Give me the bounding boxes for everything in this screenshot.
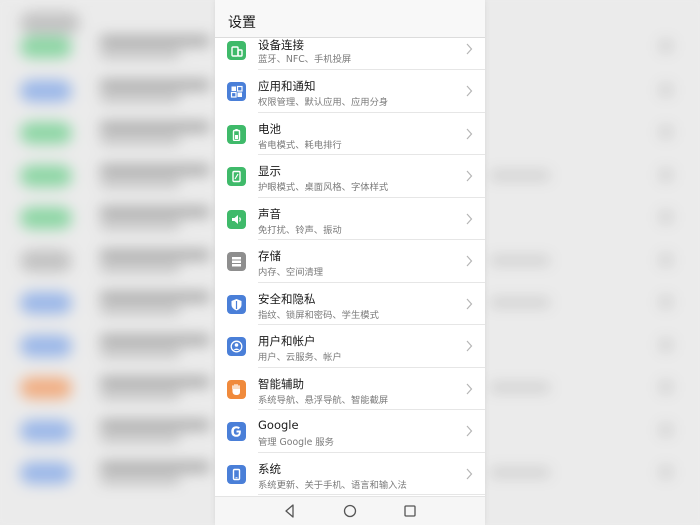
settings-item-apps[interactable]: 应用和通知权限管理、默认应用、应用分身: [215, 70, 485, 113]
settings-panel: 设置 设备连接 蓝牙、NFC、手机投屏应用和通知权限管理、默认应用、应用分身电池省…: [215, 0, 485, 525]
settings-item-subtitle: 权限管理、默认应用、应用分身: [258, 97, 389, 108]
settings-item-display[interactable]: 显示护眼模式、桌面风格、字体样式: [215, 155, 485, 198]
settings-item-label: 存储: [258, 249, 281, 263]
settings-item-subtitle: 系统更新、关于手机、语言和输入法: [258, 479, 407, 491]
settings-item-subtitle: 免打扰、铃声、振动: [258, 224, 342, 236]
settings-item-subtitle: 用户、云服务、帐户: [258, 352, 342, 363]
settings-item-subtitle: 管理 Google 服务: [258, 437, 334, 448]
apps-icon: [227, 82, 246, 101]
devices-icon: [227, 41, 246, 60]
settings-item-accounts[interactable]: 用户和帐户用户、云服务、帐户: [215, 325, 485, 368]
chevron-right-icon: [466, 425, 473, 437]
settings-item-storage[interactable]: 存储 内存、空间清理: [215, 240, 485, 283]
phone-icon: [227, 464, 246, 484]
back-icon[interactable]: [282, 503, 298, 519]
settings-item-label: 应用和通知: [258, 79, 316, 93]
settings-item-devices[interactable]: 设备连接 蓝牙、NFC、手机投屏: [215, 38, 485, 70]
settings-item-label: 系统: [258, 461, 281, 476]
storage-icon: [227, 252, 246, 271]
user-icon: [227, 337, 246, 356]
hand-icon: [227, 379, 246, 399]
settings-item-subtitle: 内存、空间清理: [258, 267, 324, 278]
settings-item-assist[interactable]: 智能辅助系统导航、悬浮导航、智能截屏: [215, 368, 485, 410]
divider: [258, 494, 485, 495]
settings-item-subtitle: 指纹、锁屏和密码、学生模式: [258, 309, 379, 321]
chevron-right-icon: [466, 213, 473, 224]
shield-icon: [227, 294, 246, 314]
page-title: 设置: [228, 15, 256, 31]
navigation-bar: [215, 496, 485, 525]
chevron-right-icon: [466, 170, 473, 182]
settings-item-label: Google: [258, 418, 299, 432]
chevron-right-icon: [466, 43, 473, 55]
settings-item-subtitle: 系统导航、悬浮导航、智能截屏: [258, 394, 389, 406]
google-icon: [227, 422, 246, 441]
chevron-right-icon: [466, 383, 473, 394]
chevron-right-icon: [466, 468, 473, 479]
settings-item-label: 显示: [258, 164, 281, 178]
settings-item-label: 智能辅助: [258, 376, 304, 391]
chevron-right-icon: [466, 255, 473, 267]
settings-item-battery[interactable]: 电池省电模式、耗电排行: [215, 113, 485, 155]
chevron-right-icon: [466, 85, 473, 97]
settings-item-subtitle: 省电模式、耗电排行: [258, 139, 342, 151]
settings-item-system[interactable]: 系统系统更新、关于手机、语言和输入法: [215, 453, 485, 495]
screen: 设置 设备连接 蓝牙、NFC、手机投屏应用和通知权限管理、默认应用、应用分身电池省…: [0, 0, 700, 525]
chevron-right-icon: [466, 128, 473, 139]
settings-item-security[interactable]: 安全和隐私指纹、锁屏和密码、学生模式: [215, 283, 485, 325]
settings-item-label: 声音: [258, 206, 281, 221]
recents-icon[interactable]: [402, 503, 418, 519]
settings-item-label: 安全和隐私: [258, 291, 316, 306]
settings-item-subtitle: 护眼模式、桌面风格、字体样式: [258, 182, 389, 193]
chevron-right-icon: [466, 340, 473, 352]
display-icon: [227, 167, 246, 186]
title-bar: 设置: [215, 0, 485, 38]
settings-list[interactable]: 设备连接 蓝牙、NFC、手机投屏应用和通知权限管理、默认应用、应用分身电池省电模式…: [215, 38, 485, 496]
settings-item-subtitle: 蓝牙、NFC、手机投屏: [258, 54, 352, 65]
settings-item-sound[interactable]: 声音免打扰、铃声、振动: [215, 198, 485, 240]
settings-item-label: 电池: [258, 121, 281, 136]
home-icon[interactable]: [342, 503, 358, 519]
settings-item-google[interactable]: Google 管理 Google 服务: [215, 410, 485, 453]
settings-item-label: 用户和帐户: [258, 334, 316, 348]
speaker-icon: [227, 209, 246, 229]
chevron-right-icon: [466, 298, 473, 309]
battery-icon: [227, 124, 246, 144]
